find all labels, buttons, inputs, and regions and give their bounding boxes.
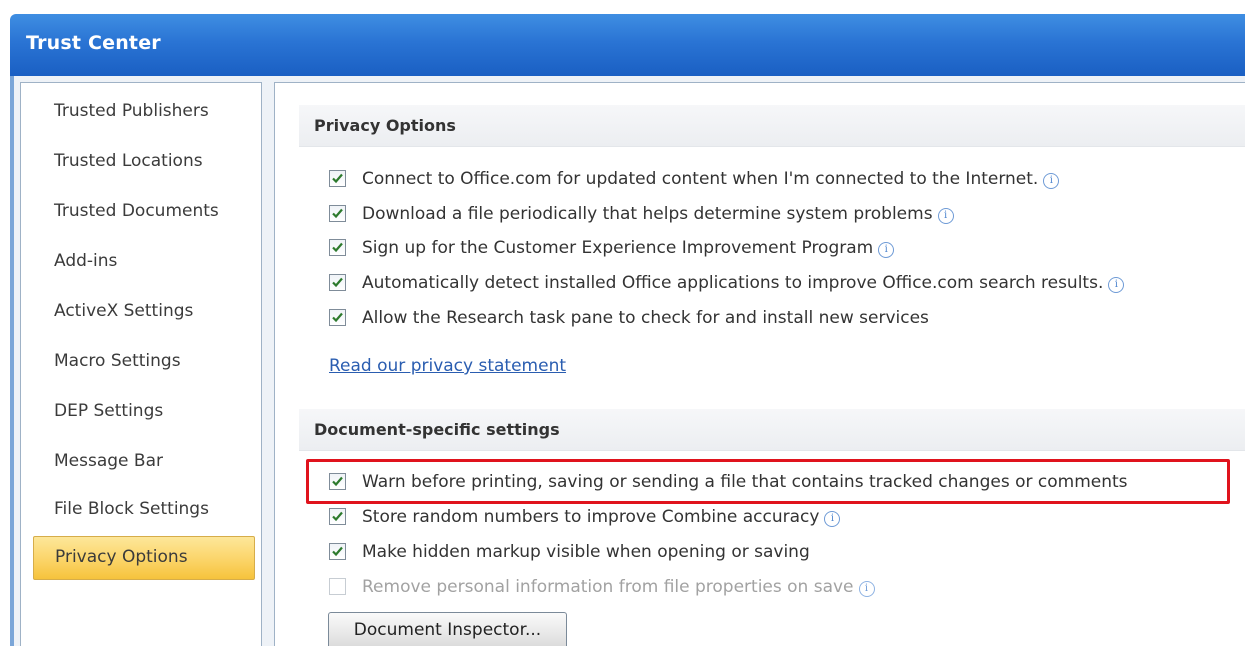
title-bar: Trust Center	[10, 14, 1245, 76]
sidebar-item-macro-settings[interactable]: Macro Settings	[33, 340, 255, 382]
ceip-checkbox[interactable]	[329, 239, 346, 256]
option-label: Connect to Office.com for updated conten…	[362, 169, 1039, 189]
sidebar-item-activex-settings[interactable]: ActiveX Settings	[33, 290, 255, 332]
highlight-annotation	[306, 459, 1230, 504]
info-icon[interactable]: i	[858, 581, 875, 597]
info-icon[interactable]: i	[824, 511, 841, 527]
sidebar-item-message-bar[interactable]: Message Bar	[33, 440, 255, 482]
sidebar-item-add-ins[interactable]: Add-ins	[33, 240, 255, 282]
document-inspector-button[interactable]: Document Inspector...	[328, 612, 567, 646]
research-pane-checkbox[interactable]	[329, 309, 346, 326]
privacy-statement-link[interactable]: Read our privacy statement	[329, 356, 566, 376]
checkmark-icon	[332, 242, 343, 253]
sidebar-item-dep-settings[interactable]: DEP Settings	[33, 390, 255, 432]
section-title: Document-specific settings	[314, 420, 560, 439]
info-icon[interactable]: i	[937, 208, 954, 224]
download-file-checkbox[interactable]	[329, 205, 346, 222]
option-label: Remove personal information from file pr…	[362, 577, 854, 597]
sidebar-item-trusted-publishers[interactable]: Trusted Publishers	[33, 90, 255, 132]
sidebar: Trusted Publishers Trusted Locations Tru…	[20, 82, 262, 646]
checkmark-icon	[332, 208, 343, 219]
checkmark-icon	[332, 511, 343, 522]
remove-personal-info-checkbox[interactable]	[329, 578, 346, 595]
info-icon[interactable]: i	[1108, 277, 1125, 293]
sidebar-item-trusted-documents[interactable]: Trusted Documents	[33, 190, 255, 232]
section-header-document-specific: Document-specific settings	[299, 409, 1245, 451]
info-icon[interactable]: i	[878, 242, 895, 258]
hidden-markup-checkbox[interactable]	[329, 543, 346, 560]
info-icon[interactable]: i	[1043, 173, 1060, 189]
checkmark-icon	[332, 546, 343, 557]
window-title: Trust Center	[26, 32, 161, 54]
detect-office-apps-checkbox[interactable]	[329, 274, 346, 291]
option-label: Sign up for the Customer Experience Impr…	[362, 238, 874, 258]
checkmark-icon	[332, 173, 343, 184]
section-title: Privacy Options	[314, 116, 456, 135]
section-header-privacy-options: Privacy Options	[299, 105, 1245, 147]
option-label: Allow the Research task pane to check fo…	[362, 308, 929, 328]
option-label: Automatically detect installed Office ap…	[362, 273, 1104, 293]
checkmark-icon	[332, 312, 343, 323]
sidebar-item-trusted-locations[interactable]: Trusted Locations	[33, 140, 255, 182]
option-label: Store random numbers to improve Combine …	[362, 507, 820, 527]
sidebar-item-file-block-settings[interactable]: File Block Settings	[33, 488, 255, 530]
checkmark-icon	[332, 277, 343, 288]
option-label: Make hidden markup visible when opening …	[362, 542, 810, 562]
option-label: Download a file periodically that helps …	[362, 204, 933, 224]
sidebar-item-privacy-options[interactable]: Privacy Options	[33, 536, 255, 580]
connect-office-com-checkbox[interactable]	[329, 170, 346, 187]
random-numbers-checkbox[interactable]	[329, 508, 346, 525]
